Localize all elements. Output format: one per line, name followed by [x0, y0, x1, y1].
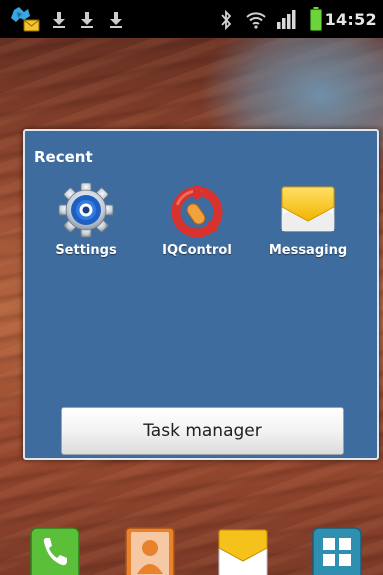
status-bar[interactable]: 14:52	[0, 0, 383, 38]
settings-gear-icon	[58, 182, 114, 238]
download-icon	[81, 12, 93, 28]
dock-phone-button[interactable]	[30, 526, 80, 575]
status-clock: 14:52	[324, 10, 377, 29]
contacts-icon	[125, 527, 175, 575]
download-icon	[110, 12, 122, 28]
wifi-icon	[246, 12, 266, 29]
messaging-icon	[218, 529, 268, 575]
apps-grid-icon	[312, 527, 362, 575]
phone-icon	[30, 527, 80, 575]
signal-icon	[277, 10, 296, 29]
weather-update-icon	[11, 7, 40, 32]
dock-contacts-button[interactable]	[125, 526, 175, 575]
recent-app-label: Settings	[55, 243, 117, 258]
recent-app-label: Messaging	[268, 243, 348, 258]
bluetooth-icon	[221, 10, 232, 30]
dock-messaging-button[interactable]	[218, 526, 268, 575]
task-manager-button[interactable]: Task manager	[61, 407, 344, 455]
battery-icon	[310, 7, 322, 31]
iqcontrol-icon	[171, 185, 223, 238]
recent-app-messaging[interactable]: Messaging	[253, 181, 363, 281]
download-icon	[53, 12, 65, 28]
recent-apps-dialog: Recent Settings IQControl Messaging Task…	[23, 129, 379, 460]
recent-app-settings[interactable]: Settings	[31, 181, 141, 281]
dialog-title: Recent	[34, 148, 93, 166]
recent-app-iqcontrol[interactable]: IQControl	[142, 181, 252, 281]
recent-app-label: IQControl	[162, 243, 232, 258]
messaging-envelope-icon	[281, 186, 335, 232]
dock-apps-button[interactable]	[312, 526, 362, 575]
